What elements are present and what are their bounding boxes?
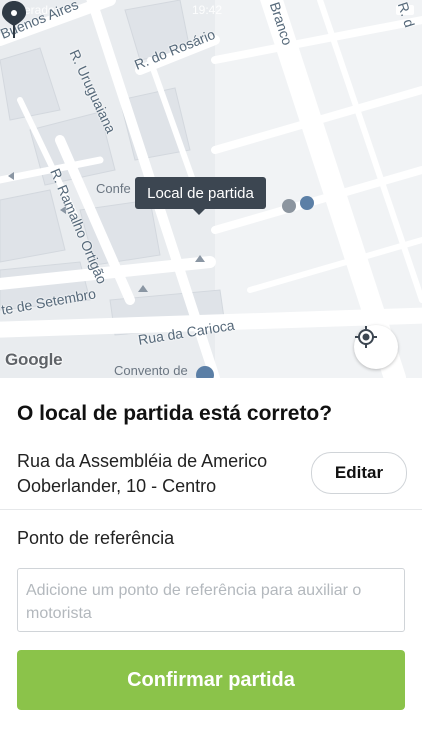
poi-label-convento: Convento de: [114, 363, 188, 378]
poi-label-confeitaria: Confe: [96, 181, 131, 196]
map-pin-icon: [2, 1, 26, 38]
sheet-title: O local de partida está correto?: [17, 402, 333, 425]
crosshair-icon: [355, 326, 377, 348]
locate-me-button[interactable]: [354, 325, 398, 369]
pickup-tooltip: Local de partida: [135, 177, 266, 215]
clock: 19:42: [192, 3, 223, 17]
map-view[interactable]: Operadora 19:42 Buenos Aires R. Uruguaia…: [0, 0, 422, 378]
pickup-address: Rua da Assembléia de Americo Ooberlander…: [17, 451, 268, 496]
edit-address-button[interactable]: Editar: [311, 452, 407, 494]
divider: [0, 509, 422, 510]
pickup-tooltip-text: Local de partida: [147, 184, 254, 202]
google-logo: Google: [5, 350, 63, 369]
reference-label: Ponto de referência: [17, 528, 175, 548]
reference-placeholder: Adicione um ponto de referência para aux…: [26, 582, 362, 622]
pickup-confirm-sheet: O local de partida está correto? Rua da …: [0, 378, 422, 750]
confirm-pickup-button[interactable]: Confirmar partida: [17, 650, 405, 710]
reference-input[interactable]: Adicione um ponto de referência para aux…: [17, 568, 405, 632]
